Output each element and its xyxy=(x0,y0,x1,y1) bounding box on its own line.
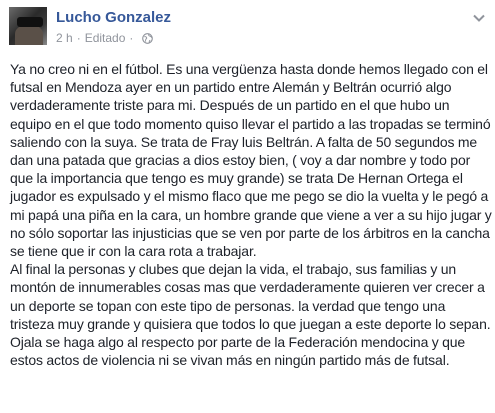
avatar-face xyxy=(15,25,43,45)
post-meta: 2 h · Editado · xyxy=(56,31,154,45)
edited-label[interactable]: Editado xyxy=(85,31,126,45)
globe-icon[interactable] xyxy=(142,32,154,44)
avatar[interactable] xyxy=(9,7,47,45)
post-body: Ya no creo ni en el fútbol. Es una vergü… xyxy=(10,60,492,369)
meta-separator: · xyxy=(129,31,134,45)
chevron-down-icon[interactable] xyxy=(473,14,485,22)
avatar-sunglasses xyxy=(17,17,43,27)
meta-separator: · xyxy=(76,31,81,45)
post-paragraph: Al final la personas y clubes que dejan … xyxy=(10,261,491,332)
post-paragraph: Ojala se haga algo al respecto por parte… xyxy=(10,334,466,369)
post-paragraph: Ya no creo ni en el fútbol. Es una vergü… xyxy=(10,61,492,260)
post-timestamp[interactable]: 2 h xyxy=(56,31,73,45)
author-name[interactable]: Lucho Gonzalez xyxy=(56,9,171,26)
post-header: Lucho Gonzalez 2 h · Editado · xyxy=(0,0,495,52)
